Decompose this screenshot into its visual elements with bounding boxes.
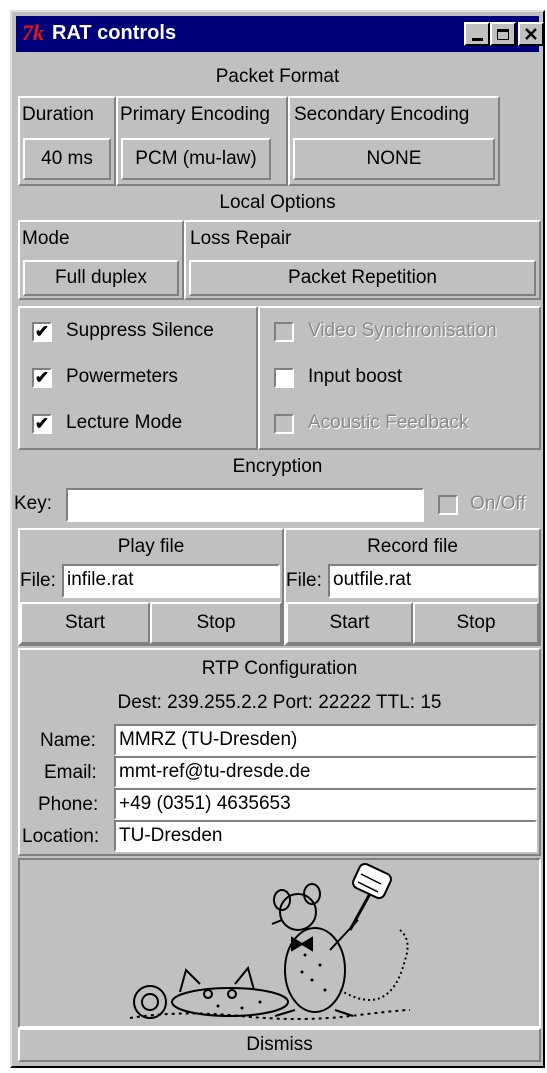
primary-encoding-select[interactable]: PCM (mu-law) [121,138,271,180]
rtp-dest-line: Dest: 239.255.2.2 Port: 22222 TTL: 15 [117,692,442,713]
play-file-input[interactable]: infile.rat [62,564,280,598]
rtp-location-label: Location: [22,826,100,847]
suppress-silence-label: Suppress Silence [66,320,214,341]
rtp-location-input[interactable]: TU-Dresden [114,820,537,852]
video-sync-checkbox[interactable] [274,322,294,342]
video-sync-label: Video Synchronisation [308,320,497,341]
dismiss-button[interactable]: Dismiss [18,1028,541,1062]
options-right-group: Video Synchronisation Input boost Acoust… [258,306,541,450]
mascot-image-panel [18,858,541,1028]
duration-group: Duration 40 ms [18,96,116,186]
record-file-label: File: [286,570,322,591]
mode-group: Mode Full duplex [18,220,184,300]
powermeters-checkbox[interactable]: ✔ [32,368,52,388]
lecture-mode-checkbox[interactable]: ✔ [32,414,52,434]
rtp-phone-label: Phone: [38,794,99,815]
close-button[interactable] [518,22,544,46]
key-label: Key: [14,493,53,514]
suppress-silence-checkbox[interactable]: ✔ [32,322,52,342]
rat-controls-window: 7k RAT controls Packet Format Duration 4… [10,10,545,1068]
rat-mascot-image [129,863,411,1020]
rtp-email-label: Email: [44,762,97,783]
maximize-button[interactable] [490,22,516,46]
play-file-heading: Play file [117,536,185,557]
rtp-email-input[interactable]: mmt-ref@tu-dresde.de [114,756,537,788]
play-file-group: Play file File: infile.rat Start Stop [18,528,284,646]
rtp-config-heading: RTP Configuration [201,658,358,679]
duration-select[interactable]: 40 ms [23,138,111,180]
play-stop-button[interactable]: Stop [150,602,282,644]
local-options-heading: Local Options [219,192,336,213]
title-bar[interactable]: 7k RAT controls [16,16,544,52]
encryption-heading: Encryption [232,456,323,477]
duration-label: Duration [22,104,94,125]
encryption-onoff-checkbox[interactable] [438,495,458,515]
input-boost-checkbox[interactable] [274,368,294,388]
acoustic-feedback-label: Acoustic Feedback [308,412,469,433]
rtp-config-group: RTP Configuration Dest: 239.255.2.2 Port… [18,648,541,856]
packet-format-heading: Packet Format [215,66,340,87]
close-icon [525,28,537,40]
record-file-input[interactable]: outfile.rat [328,564,538,598]
record-file-group: Record file File: outfile.rat Start Stop [284,528,541,646]
rtp-name-input[interactable]: MMRZ (TU-Dresden) [114,724,537,756]
mode-select[interactable]: Full duplex [23,260,179,296]
maximize-icon [497,28,509,40]
record-stop-button[interactable]: Stop [413,602,539,644]
secondary-encoding-select[interactable]: NONE [293,138,495,180]
minimize-button[interactable] [464,22,490,46]
minimize-icon [471,37,483,41]
input-boost-label: Input boost [308,366,403,387]
secondary-encoding-label: Secondary Encoding [294,104,470,125]
acoustic-feedback-checkbox[interactable] [274,414,294,434]
play-start-button[interactable]: Start [20,602,150,644]
lecture-mode-label: Lecture Mode [66,412,183,433]
options-left-group: ✔ Suppress Silence ✔ Powermeters ✔ Lectu… [18,306,258,450]
mode-label: Mode [22,228,70,249]
loss-repair-group: Loss Repair Packet Repetition [184,220,541,300]
play-file-label: File: [20,570,56,591]
loss-repair-select[interactable]: Packet Repetition [189,260,536,296]
powermeters-label: Powermeters [66,366,178,387]
window-title: RAT controls [52,22,177,44]
tk-logo-icon: 7k [22,20,44,45]
record-start-button[interactable]: Start [286,602,413,644]
loss-repair-label: Loss Repair [190,228,292,249]
primary-encoding-group: Primary Encoding PCM (mu-law) [116,96,288,186]
encryption-onoff-label: On/Off [470,493,526,514]
primary-encoding-label: Primary Encoding [120,104,270,125]
record-file-heading: Record file [367,536,458,557]
rtp-phone-input[interactable]: +49 (0351) 4635653 [114,788,537,820]
secondary-encoding-group: Secondary Encoding NONE [288,96,500,186]
key-input[interactable] [66,488,424,522]
rtp-name-label: Name: [40,730,96,751]
